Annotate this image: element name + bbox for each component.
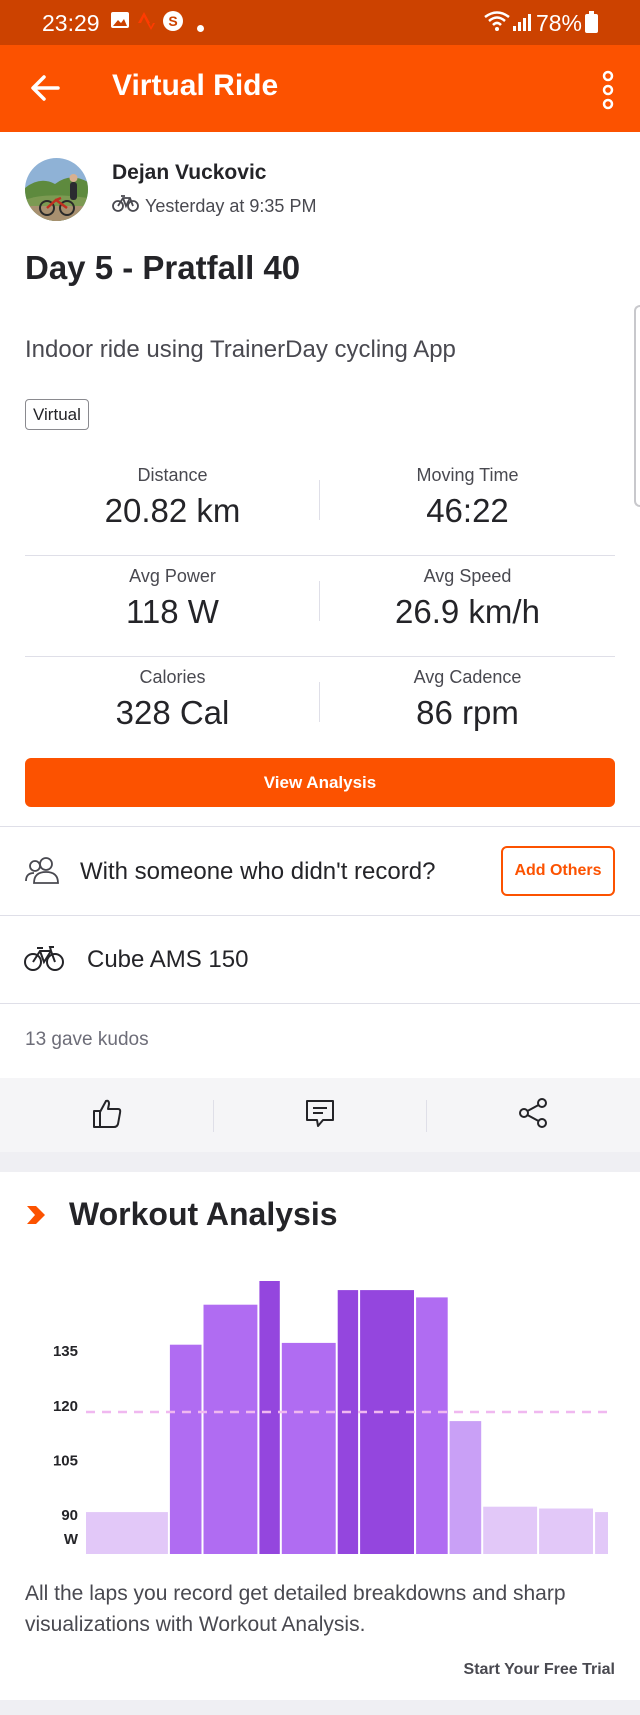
stat-label: Calories [139, 667, 206, 687]
stat-value: 328 Cal [115, 694, 230, 731]
avatar[interactable] [25, 158, 88, 221]
stat-row: Avg Power 118 W Avg Speed 26.9 km/h [25, 556, 615, 657]
activity-meta: Yesterday at 9:35 PM [112, 195, 316, 217]
strava-notification-icon [138, 11, 156, 36]
signal-icon [512, 12, 532, 37]
section-gap [0, 1152, 640, 1172]
stat-row: Distance 20.82 km Moving Time 46:22 [25, 455, 615, 556]
power-chart-svg: 90 105 120 135 W [53, 1281, 610, 1554]
stat-avg-speed: Avg Speed 26.9 km/h [320, 556, 615, 631]
section-gap [0, 1700, 640, 1715]
summit-chevron-icon [25, 1204, 47, 1231]
comment-button[interactable] [213, 1078, 426, 1152]
stats-grid: Distance 20.82 km Moving Time 46:22 Avg … [25, 455, 615, 758]
stat-label: Distance [137, 465, 208, 485]
chart-bar [483, 1506, 538, 1554]
stat-label: Avg Speed [423, 566, 512, 586]
stat-moving-time: Moving Time 46:22 [320, 455, 615, 530]
y-tick-label: 120 [53, 1398, 78, 1415]
chart-bar [337, 1290, 359, 1554]
scrollbar[interactable] [634, 305, 640, 507]
workout-analysis-chart: 90 105 120 135 W [0, 1245, 640, 1555]
app-bar: Virtual Ride [0, 45, 640, 132]
activity-date: Yesterday at 9:35 PM [145, 195, 317, 216]
workout-analysis-description: All the laps you record get detailed bre… [25, 1582, 566, 1636]
start-free-trial-link[interactable]: Start Your Free Trial [464, 1661, 615, 1679]
battery-icon [585, 11, 598, 38]
gallery-icon [110, 11, 130, 34]
battery-percent: 78% [535, 10, 582, 36]
wifi-icon [484, 11, 510, 36]
stat-avg-power: Avg Power 118 W [25, 556, 320, 631]
athlete-name[interactable]: Dejan Vuckovic [112, 161, 266, 185]
gear-name: Cube AMS 150 [87, 946, 249, 973]
activity-title: Day 5 - Pratfall 40 [25, 249, 301, 286]
stat-value: 46:22 [426, 492, 509, 529]
with-others-text: With someone who didn't record? [80, 858, 436, 885]
stat-avg-cadence: Avg Cadence 86 rpm [320, 657, 615, 732]
y-tick-label: 105 [53, 1452, 78, 1469]
stat-value: 86 rpm [416, 694, 519, 731]
y-tick-label: 135 [53, 1343, 78, 1360]
y-tick-label: 90 [61, 1507, 78, 1524]
add-others-button[interactable]: Add Others [501, 846, 615, 896]
bike-icon [112, 195, 139, 217]
stat-value: 118 W [126, 593, 219, 630]
chart-bar [595, 1512, 608, 1554]
stat-distance: Distance 20.82 km [25, 455, 320, 530]
status-time: 23:29 [42, 10, 100, 36]
workout-analysis-title: Workout Analysis [69, 1196, 338, 1232]
chart-bar [281, 1342, 336, 1554]
stat-value: 26.9 km/h [395, 593, 540, 630]
share-button[interactable] [426, 1078, 639, 1152]
chart-bar [539, 1508, 593, 1554]
chart-bar [449, 1421, 482, 1554]
kudos-count[interactable]: 13 gave kudos [25, 1029, 149, 1051]
y-axis-unit-label: W [64, 1531, 79, 1548]
action-bar [0, 1078, 640, 1152]
divider [0, 1003, 640, 1004]
stat-label: Avg Cadence [413, 667, 522, 687]
chart-bar [86, 1512, 168, 1554]
status-bar: 23:29 S 78% [0, 0, 640, 45]
stat-label: Avg Power [129, 566, 216, 586]
virtual-tag: Virtual [25, 399, 89, 430]
people-icon [25, 856, 61, 889]
back-arrow-icon[interactable] [28, 71, 62, 105]
bike-icon [24, 946, 64, 977]
chart-bar [203, 1304, 258, 1554]
stat-calories: Calories 328 Cal [25, 657, 320, 732]
page-title: Virtual Ride [112, 69, 279, 102]
chart-bar [416, 1297, 448, 1554]
chart-bar [360, 1290, 414, 1554]
stat-label: Moving Time [416, 465, 519, 485]
with-others-row: With someone who didn't record? Add Othe… [0, 827, 640, 915]
notification-dot-icon [197, 19, 204, 37]
thumbs-up-icon [91, 1097, 123, 1134]
comment-icon [305, 1098, 335, 1133]
chart-bar [259, 1281, 280, 1554]
stat-value: 20.82 km [104, 492, 241, 529]
stat-row: Calories 328 Cal Avg Cadence 86 rpm [25, 657, 615, 758]
share-icon [517, 1097, 549, 1134]
chart-bar [169, 1344, 202, 1554]
gear-row[interactable]: Cube AMS 150 [0, 916, 640, 1003]
more-options-icon[interactable] [600, 70, 616, 110]
view-analysis-button[interactable]: View Analysis [25, 758, 615, 807]
activity-description: Indoor ride using TrainerDay cycling App [25, 336, 456, 363]
s-app-icon: S [162, 10, 184, 37]
kudos-button[interactable] [0, 1078, 213, 1152]
svg-text:S: S [168, 13, 177, 29]
